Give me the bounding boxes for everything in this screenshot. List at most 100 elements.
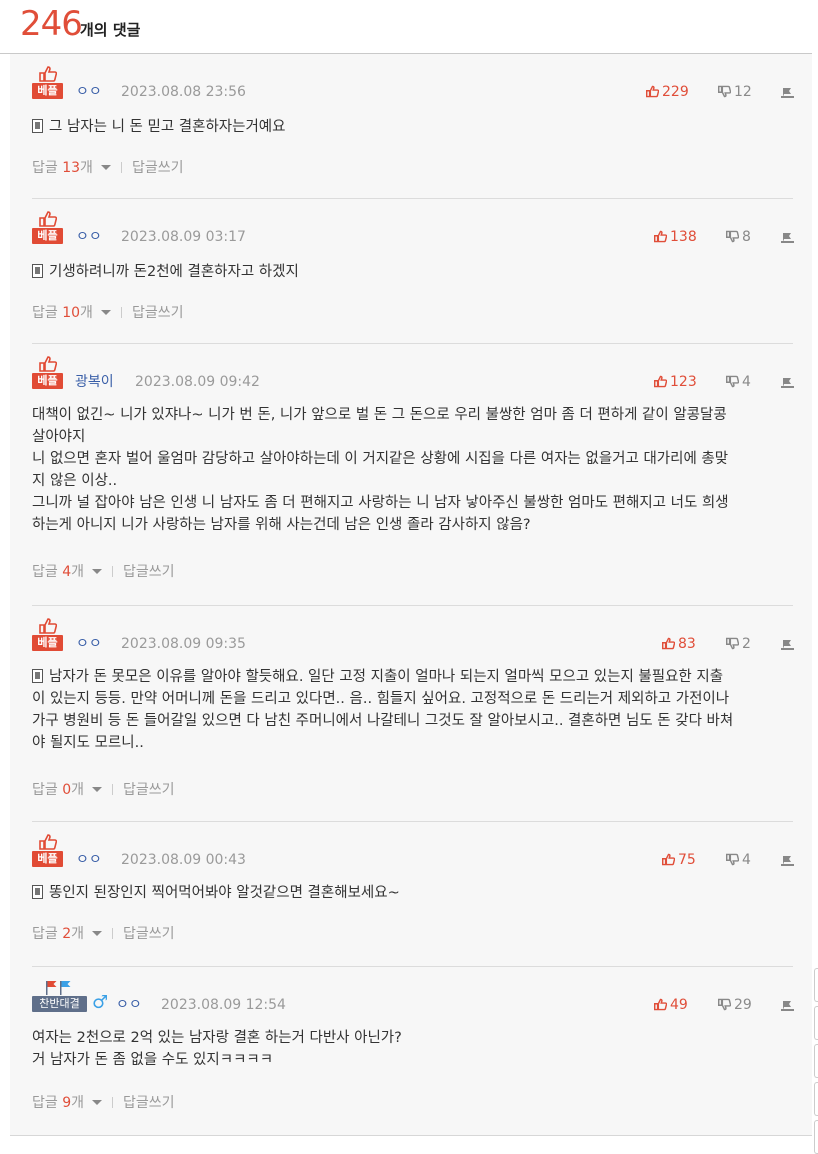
- reply-count: 2: [62, 926, 72, 942]
- comment-body: 여자는 2천으로 2억 있는 남자랑 결혼 하는거 다반사 아닌가? 거 남자가…: [32, 1027, 792, 1071]
- best-comment-badge: 베플: [32, 228, 63, 244]
- dislike-button[interactable]: 12: [718, 84, 752, 101]
- report-icon[interactable]: [781, 638, 794, 650]
- comment-date: 2023.08.09 09:42: [135, 374, 260, 390]
- chevron-down-icon: [100, 310, 111, 315]
- report-icon[interactable]: [781, 376, 794, 388]
- mobile-icon: [32, 264, 43, 278]
- comments-header: 246 개의 댓글: [0, 0, 812, 54]
- dislike-button[interactable]: 4: [726, 374, 751, 391]
- reply-label: 답글: [32, 926, 63, 942]
- thumbs-up-icon: [39, 356, 57, 372]
- comment-text-line: 니 없으면 혼자 벌어 울엄마 감당하고 살아야하는데 이 거지같은 상황에 시…: [32, 451, 729, 467]
- comment-author[interactable]: ㅇㅇ: [76, 229, 102, 245]
- comment-text-line: 이 있는지 등등. 만약 어머니께 돈을 드리고 있다면.. 음.. 힘들지 싶…: [32, 691, 730, 707]
- reply-bar: 답글 0개 답글쓰기: [32, 780, 175, 800]
- reply-toggle[interactable]: 답글 2개: [32, 926, 108, 942]
- comment-text: 기생하려니까 돈2천에 결혼하자고 하겠지: [49, 264, 299, 280]
- dislike-button[interactable]: 29: [718, 997, 752, 1014]
- comment-author[interactable]: ㅇㅇ: [116, 997, 142, 1013]
- best-comment-badge: 베플: [32, 851, 63, 867]
- dislike-count: 2: [742, 636, 751, 652]
- thumbs-up-icon: [662, 853, 675, 866]
- dislike-count: 4: [742, 374, 751, 390]
- write-reply-link[interactable]: 답글쓰기: [132, 305, 184, 321]
- like-button[interactable]: 83: [662, 636, 696, 653]
- side-tab[interactable]: [814, 1044, 818, 1078]
- thumbs-down-icon: [718, 85, 731, 98]
- reply-bar: 답글 2개 답글쓰기: [32, 924, 175, 944]
- report-icon[interactable]: [781, 231, 794, 243]
- male-icon: ♂: [92, 992, 109, 1013]
- report-icon[interactable]: [781, 999, 794, 1011]
- like-button[interactable]: 229: [646, 84, 689, 101]
- comment-divider: [32, 821, 793, 822]
- comment-author[interactable]: 광복이: [75, 374, 114, 390]
- write-reply-link[interactable]: 답글쓰기: [123, 926, 175, 942]
- like-button[interactable]: 75: [662, 852, 696, 869]
- reply-bar: 답글 13개 답글쓰기: [32, 158, 183, 178]
- dislike-button[interactable]: 4: [726, 852, 751, 869]
- reply-label: 답글: [32, 305, 63, 321]
- reply-count: 10: [62, 305, 81, 321]
- divider: [120, 162, 122, 173]
- reply-label: 답글: [32, 782, 63, 798]
- reply-bar: 답글 10개 답글쓰기: [32, 303, 183, 323]
- like-button[interactable]: 138: [654, 229, 697, 246]
- reply-toggle[interactable]: 답글 0개: [32, 782, 108, 798]
- thumbs-up-icon: [654, 230, 667, 243]
- comment-text-line: 대책이 없긴~ 니가 있쟈나~ 니가 번 돈, 니가 앞으로 벌 돈 그 돈으로…: [32, 407, 727, 423]
- comment-divider: [32, 343, 793, 344]
- comment-text: 똥인지 된장인지 찍어먹어봐야 알것같으면 결혼해보세요~: [49, 885, 400, 901]
- divider: [112, 928, 114, 939]
- side-tab[interactable]: [814, 1120, 818, 1154]
- write-reply-link[interactable]: 답글쓰기: [123, 782, 175, 798]
- side-tab[interactable]: [814, 968, 818, 1002]
- reply-toggle[interactable]: 답글 13개: [32, 160, 117, 176]
- thumbs-up-icon: [39, 211, 57, 227]
- reply-unit: 개: [71, 782, 85, 798]
- comment-text-line: 거 남자가 돈 좀 없을 수도 있지ㅋㅋㅋㅋ: [32, 1052, 274, 1068]
- comment-item: 베플 ㅇㅇ 2023.08.08 23:56 229 12 그 남자는 니 돈 …: [32, 66, 794, 186]
- thumbs-up-icon: [646, 85, 659, 98]
- comment-item: 베플 ㅇㅇ 2023.08.09 03:17 138 8 기생하려니까 돈2천에…: [32, 211, 794, 331]
- mobile-icon: [32, 885, 43, 899]
- write-reply-link[interactable]: 답글쓰기: [123, 564, 175, 580]
- report-icon[interactable]: [781, 854, 794, 866]
- dislike-button[interactable]: 2: [726, 636, 751, 653]
- chevron-down-icon: [92, 1100, 103, 1105]
- comment-date: 2023.08.09 03:17: [121, 229, 246, 245]
- comment-date: 2023.08.08 23:56: [121, 84, 246, 100]
- write-reply-link[interactable]: 답글쓰기: [123, 1095, 175, 1111]
- divider: [112, 784, 114, 795]
- comment-body: 그 남자는 니 돈 믿고 결혼하자는거예요: [32, 116, 792, 138]
- comment-body: 기생하려니까 돈2천에 결혼하자고 하겠지: [32, 261, 792, 283]
- like-count: 49: [670, 997, 688, 1013]
- mobile-icon: [32, 119, 43, 133]
- report-icon[interactable]: [781, 86, 794, 98]
- reply-toggle[interactable]: 답글 9개: [32, 1095, 108, 1111]
- comment-author[interactable]: ㅇㅇ: [76, 636, 102, 652]
- reply-toggle[interactable]: 답글 4개: [32, 564, 108, 580]
- reply-toggle[interactable]: 답글 10개: [32, 305, 117, 321]
- comment-body: 남자가 돈 못모은 이유를 알아야 할듯해요. 일단 고정 지출이 얼마나 되는…: [32, 666, 792, 754]
- like-count: 229: [662, 84, 689, 100]
- reply-unit: 개: [71, 1095, 85, 1111]
- thumbs-up-icon: [662, 637, 675, 650]
- comment-divider: [32, 966, 793, 967]
- write-reply-link[interactable]: 답글쓰기: [132, 160, 184, 176]
- comment-count-label: 개의 댓글: [80, 21, 141, 39]
- chevron-down-icon: [100, 165, 111, 170]
- like-button[interactable]: 49: [654, 997, 688, 1014]
- thumbs-down-icon: [726, 230, 739, 243]
- side-tab[interactable]: [814, 1082, 818, 1116]
- thumbs-down-icon: [726, 637, 739, 650]
- side-tab[interactable]: [814, 1006, 818, 1040]
- thumbs-down-icon: [726, 375, 739, 388]
- dislike-button[interactable]: 8: [726, 229, 751, 246]
- like-button[interactable]: 123: [654, 374, 697, 391]
- comment-author[interactable]: ㅇㅇ: [76, 852, 102, 868]
- comment-author[interactable]: ㅇㅇ: [76, 84, 102, 100]
- mobile-icon: [32, 669, 43, 683]
- reply-count: 0: [62, 782, 72, 798]
